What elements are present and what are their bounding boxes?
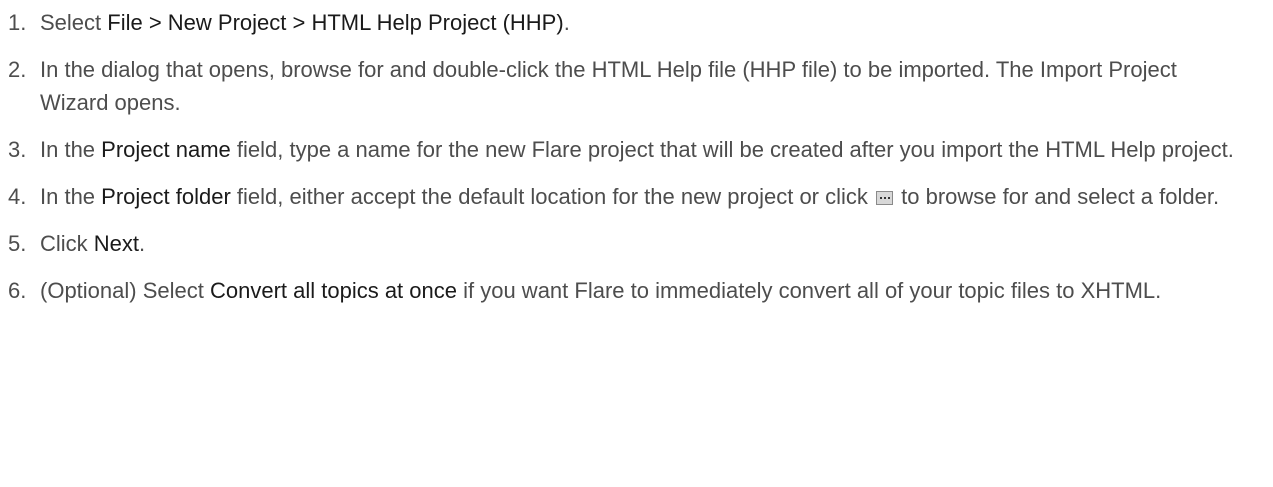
menu-path-label: File > New Project > HTML Help Project (… <box>107 10 564 35</box>
step-text-part: field, either accept the default locatio… <box>230 184 875 209</box>
step-text: In the Project name field, type a name f… <box>40 133 1248 166</box>
step-number: 6. <box>8 278 27 303</box>
step-number: 4. <box>8 184 27 209</box>
step-text: Click Next. <box>40 227 1248 260</box>
step-number: 3. <box>8 137 27 162</box>
step-number: 2. <box>8 57 27 82</box>
step-text: In the Project folder field, either acce… <box>40 180 1248 213</box>
step-text: In the dialog that opens, browse for and… <box>40 57 1177 115</box>
step-text-part: Click <box>40 231 94 256</box>
step-5: 5. Click Next. <box>8 227 1248 260</box>
step-text-part: In the <box>40 137 102 162</box>
field-name-label: Project folder <box>101 184 231 209</box>
step-text-part: to browse for and select a folder. <box>895 184 1220 209</box>
step-text: Select File > New Project > HTML Help Pr… <box>40 6 1248 39</box>
step-text: (Optional) Select Convert all topics at … <box>40 274 1248 307</box>
step-text-part: Select <box>40 10 108 35</box>
step-1: 1. Select File > New Project > HTML Help… <box>8 6 1248 39</box>
step-text-part: . <box>563 10 570 35</box>
step-text-part: if you want Flare to immediately convert… <box>457 278 1162 303</box>
field-name-label: Project name <box>101 137 231 162</box>
step-4: 4. In the Project folder field, either a… <box>8 180 1248 213</box>
step-2: 2. In the dialog that opens, browse for … <box>8 53 1248 119</box>
step-text-part: In the <box>40 184 102 209</box>
steps-list: 1. Select File > New Project > HTML Help… <box>0 0 1273 307</box>
option-name-label: Convert all topics at once <box>209 278 457 303</box>
button-name-label: Next <box>93 231 140 256</box>
step-text-part: (Optional) Select <box>40 278 210 303</box>
step-3: 3. In the Project name field, type a nam… <box>8 133 1248 166</box>
step-number: 5. <box>8 231 27 256</box>
step-text-part: field, type a name for the new Flare pro… <box>230 137 1234 162</box>
step-6: 6. (Optional) Select Convert all topics … <box>8 274 1248 307</box>
browse-ellipsis-icon <box>876 191 894 205</box>
step-number: 1. <box>8 10 27 35</box>
step-text-part: . <box>139 231 146 256</box>
